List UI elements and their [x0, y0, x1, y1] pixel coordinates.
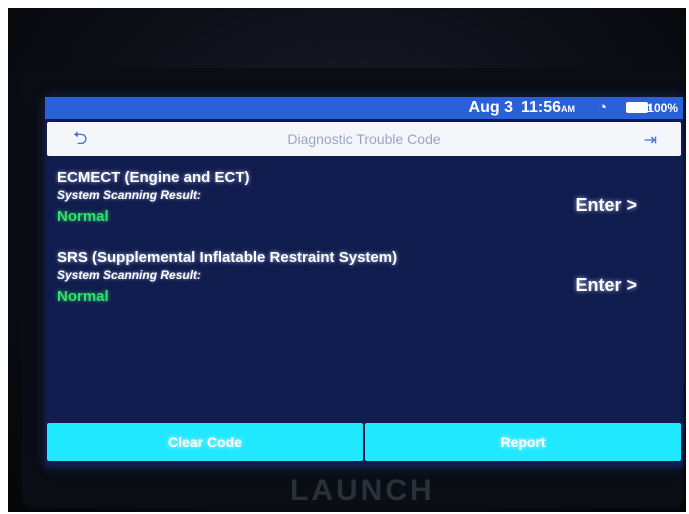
device-brand-logo: LAUNCH [290, 474, 435, 507]
status-date: Aug 3 [468, 99, 513, 116]
enter-button-ecmect[interactable]: Enter > [575, 195, 637, 216]
action-bar: Clear Code Report [47, 423, 681, 461]
exit-icon[interactable]: ⇥ [644, 130, 657, 150]
status-ampm: AM [561, 104, 575, 114]
scan-result-status: Normal [57, 288, 109, 305]
title-bar: ⮌ Diagnostic Trouble Code ⇥ [47, 122, 681, 156]
page-title: Diagnostic Trouble Code [287, 131, 441, 147]
scan-result-label: System Scanning Result: [57, 188, 202, 202]
scan-result-status: Normal [57, 208, 109, 225]
scan-result-label: System Scanning Result: [57, 268, 202, 282]
system-name: SRS (Supplemental Inflatable Restraint S… [57, 249, 398, 266]
battery-icon [626, 102, 651, 113]
status-bar: Aug 3 11:56AM ◔ 100% [45, 97, 683, 119]
device-screen: Aug 3 11:56AM ◔ 100% ⮌ Diagnostic Troubl… [45, 97, 683, 467]
report-button[interactable]: Report [365, 423, 681, 461]
battery-percent: 100% [647, 101, 678, 115]
device-photo: Aug 3 11:56AM ◔ 100% ⮌ Diagnostic Troubl… [8, 8, 686, 512]
wifi-icon: ◔ [597, 99, 607, 116]
system-item-srs: SRS (Supplemental Inflatable Restraint S… [57, 249, 397, 305]
system-item-ecmect: ECMECT (Engine and ECT) System Scanning … [57, 169, 250, 225]
system-name: ECMECT (Engine and ECT) [57, 169, 250, 186]
clear-code-button[interactable]: Clear Code [47, 423, 363, 461]
status-time: 11:56AM [520, 99, 575, 116]
enter-button-srs[interactable]: Enter > [575, 275, 637, 296]
